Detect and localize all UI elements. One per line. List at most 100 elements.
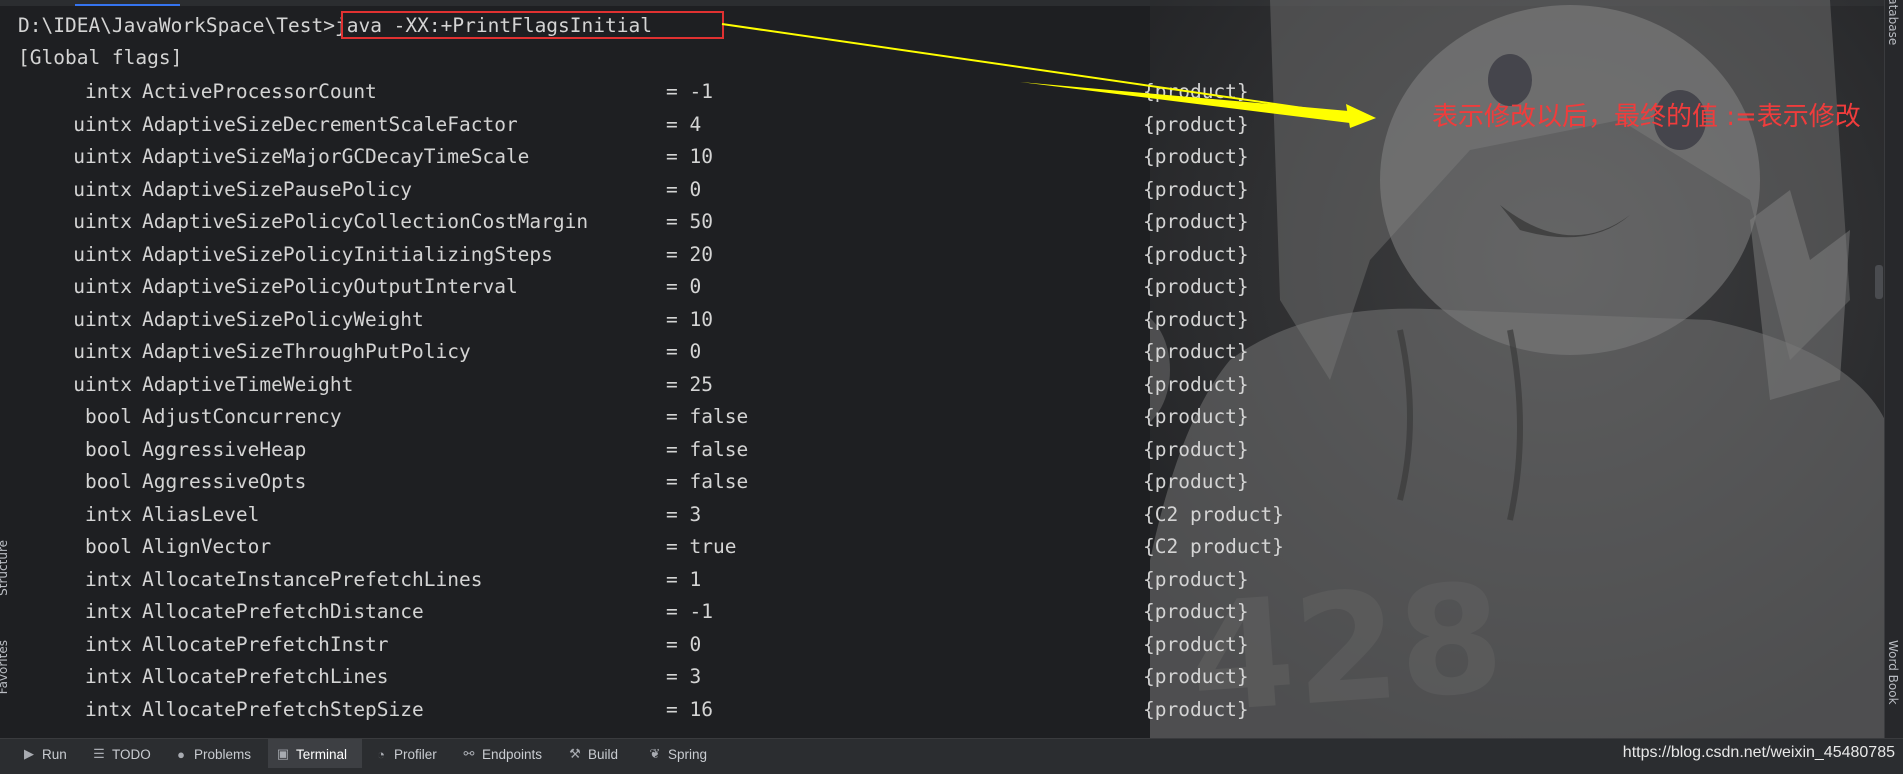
database-panel-tab[interactable]: Database bbox=[1886, 0, 1900, 45]
flag-value-text: 20 bbox=[689, 242, 713, 266]
flag-value-text: 50 bbox=[689, 210, 713, 233]
flag-equals-sign: = bbox=[666, 405, 690, 428]
command-highlight-box bbox=[341, 11, 724, 39]
flag-equals-sign: = bbox=[666, 535, 690, 558]
flag-equals-sign: = bbox=[666, 502, 690, 526]
flag-type: uintx bbox=[73, 177, 132, 201]
flag-name: AdaptiveSizePausePolicy bbox=[142, 177, 413, 201]
flag-value-text: true bbox=[689, 535, 737, 558]
terminal-scrollbar-thumb[interactable] bbox=[1875, 265, 1883, 299]
tab-build[interactable]: ⚒ Build bbox=[560, 739, 634, 769]
flag-equals-sign: = bbox=[666, 275, 690, 298]
tab-problems[interactable]: ● Problems bbox=[166, 739, 262, 769]
flag-list: intx ActiveProcessorCount = -1 {product} uin… bbox=[0, 76, 1400, 736]
flag-value-text: 10 bbox=[689, 145, 713, 168]
tab-label: Endpoints bbox=[482, 746, 543, 762]
word-book-panel-tab[interactable]: Word Book bbox=[1886, 640, 1900, 705]
flag-type: bool bbox=[85, 535, 132, 558]
flag-equals-sign: = bbox=[666, 307, 690, 331]
tab-terminal[interactable]: ▣ Terminal bbox=[268, 739, 362, 769]
flag-origin: {product} bbox=[1143, 405, 1249, 428]
spring-leaf-icon: ❦ bbox=[649, 746, 661, 761]
flag-value-text: 0 bbox=[689, 275, 702, 298]
flag-origin: {product} bbox=[1143, 567, 1249, 591]
flag-value: = 3 bbox=[666, 661, 701, 693]
flag-value-text: 16 bbox=[689, 697, 713, 721]
warning-icon: ● bbox=[177, 746, 185, 762]
flag-origin: {product} bbox=[1143, 665, 1249, 688]
tool-window-bar: ▶ Run ☰ TODO ● Problems ▣ Terminal ◔ Profiler ⚯ End… bbox=[0, 738, 1903, 769]
tab-run[interactable]: ▶ Run bbox=[14, 739, 76, 769]
flag-value: = true bbox=[666, 531, 736, 563]
flag-value: = -1 bbox=[666, 596, 713, 628]
flag-name: AdaptiveSizePolicyWeight bbox=[142, 307, 424, 331]
flag-value: = 3 bbox=[666, 499, 701, 531]
flag-origin: {product} bbox=[1143, 210, 1249, 233]
right-tool-strip: Database Word Book bbox=[1884, 0, 1903, 738]
tab-label: TODO bbox=[112, 746, 151, 762]
flag-name: AdaptiveSizeDecrementScaleFactor bbox=[142, 112, 518, 136]
flag-type: intx bbox=[85, 697, 132, 721]
flag-type: uintx bbox=[73, 112, 132, 136]
flag-name: AllocatePrefetchInstr bbox=[142, 632, 389, 656]
flag-equals-sign: = bbox=[666, 665, 690, 688]
play-icon: ▶ bbox=[24, 746, 34, 761]
flag-equals-sign: = bbox=[666, 242, 690, 266]
flag-origin: {product} bbox=[1143, 145, 1249, 168]
flag-value: = 1 bbox=[666, 564, 701, 596]
tab-profiler[interactable]: ◔ Profiler bbox=[366, 739, 448, 769]
tab-spring[interactable]: ❦ Spring bbox=[640, 739, 718, 769]
flag-name: AllocatePrefetchDistance bbox=[142, 600, 424, 623]
global-flags-header: [Global flags] bbox=[18, 46, 183, 69]
flag-origin: {product} bbox=[1143, 697, 1249, 721]
flag-value: = 0 bbox=[666, 271, 701, 303]
flag-value: = 16 bbox=[666, 694, 713, 726]
annotation-note: 表示修改以后，最终的值 :=表示修改 bbox=[1432, 102, 1861, 132]
flag-value-text: false bbox=[689, 470, 749, 493]
flag-origin: {product} bbox=[1143, 80, 1249, 103]
flag-value: = 20 bbox=[666, 239, 713, 271]
tab-label: Build bbox=[588, 746, 619, 762]
flag-type: bool bbox=[85, 405, 132, 428]
flag-name: AdaptiveSizeMajorGCDecayTimeScale bbox=[142, 145, 530, 168]
flag-equals-sign: = bbox=[666, 210, 690, 233]
flag-value: = 10 bbox=[666, 304, 713, 336]
flag-name: AllocatePrefetchLines bbox=[142, 665, 389, 688]
favorites-panel-tab[interactable]: Favorites bbox=[0, 640, 10, 694]
flag-value: = 10 bbox=[666, 141, 713, 173]
tab-todo[interactable]: ☰ TODO bbox=[84, 739, 160, 769]
flag-type: uintx bbox=[73, 307, 132, 331]
tab-label: Spring bbox=[668, 746, 708, 762]
left-tool-strip: Structure Favorites bbox=[0, 540, 10, 730]
flag-type: bool bbox=[85, 437, 132, 461]
flag-equals-sign: = bbox=[666, 145, 690, 168]
flag-value: = 0 bbox=[666, 629, 701, 661]
flag-name: AdjustConcurrency bbox=[142, 405, 342, 428]
flag-type: uintx bbox=[73, 372, 132, 396]
flag-equals-sign: = bbox=[666, 470, 690, 493]
terminal-icon: ▣ bbox=[276, 746, 290, 761]
flag-equals-sign: = bbox=[666, 632, 690, 656]
structure-panel-tab[interactable]: Structure bbox=[0, 540, 10, 596]
flag-origin: {product} bbox=[1143, 307, 1249, 331]
tab-endpoints[interactable]: ⚯ Endpoints bbox=[454, 739, 554, 769]
flag-equals-sign: = bbox=[666, 437, 690, 461]
flag-value: = -1 bbox=[666, 76, 713, 108]
flag-type: uintx bbox=[73, 275, 132, 298]
flag-type: intx bbox=[85, 600, 132, 623]
endpoints-icon: ⚯ bbox=[463, 746, 475, 761]
flag-origin: {product} bbox=[1143, 112, 1249, 136]
flag-origin: {product} bbox=[1143, 340, 1249, 363]
flag-value-text: 3 bbox=[689, 665, 702, 688]
flag-type: uintx bbox=[73, 210, 132, 233]
flag-type: uintx bbox=[73, 340, 132, 363]
flag-value: = false bbox=[666, 401, 748, 433]
flag-type: intx bbox=[85, 665, 132, 688]
flag-value: = false bbox=[666, 434, 748, 466]
flag-name: AliasLevel bbox=[142, 502, 260, 526]
prompt-path: D:\IDEA\JavaWorkSpace\Test> bbox=[18, 14, 335, 37]
flag-type: intx bbox=[85, 567, 132, 591]
flag-value-text: -1 bbox=[689, 600, 713, 623]
flag-name: AllocateInstancePrefetchLines bbox=[142, 567, 483, 591]
flag-origin: {product} bbox=[1143, 437, 1249, 461]
